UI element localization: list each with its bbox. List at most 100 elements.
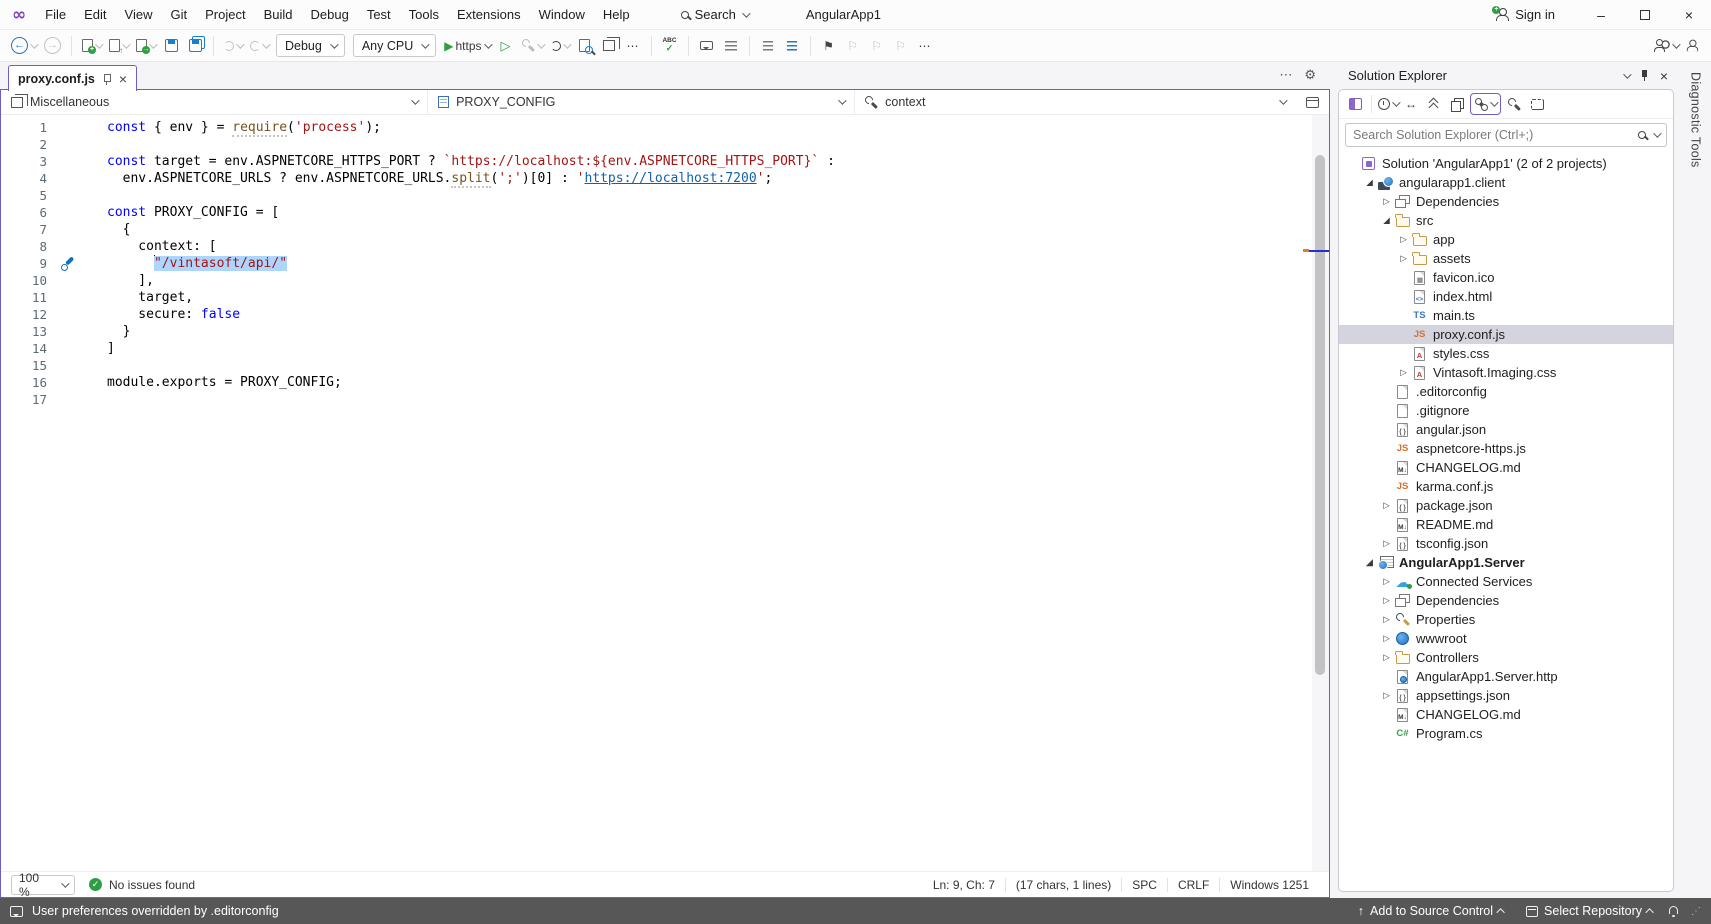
whitespace-mode[interactable]: SPC [1121, 878, 1167, 892]
toggle-bookmark-button[interactable]: ⚑ [818, 34, 840, 58]
undo-button[interactable] [221, 34, 245, 58]
next-bookmark-button[interactable]: ⚐ [866, 34, 888, 58]
collapsed-chevron-icon[interactable]: ▷ [1396, 234, 1411, 245]
tree-item-solution-angularapp1-2-of-2-projects[interactable]: Solution 'AngularApp1' (2 of 2 projects) [1339, 154, 1673, 173]
tree-item-index-html[interactable]: <>index.html [1339, 287, 1673, 306]
caret-position[interactable]: Ln: 9, Ch: 7 [923, 878, 1005, 892]
menu-extensions[interactable]: Extensions [448, 4, 530, 26]
collapsed-chevron-icon[interactable]: ▷ [1379, 614, 1394, 625]
close-button[interactable]: × [1667, 0, 1711, 29]
tree-item-src[interactable]: ◢src [1339, 211, 1673, 230]
editor-vertical-scrollbar[interactable] [1312, 115, 1329, 871]
preview-selected-items-button[interactable] [1527, 93, 1547, 115]
menu-git[interactable]: Git [161, 4, 196, 26]
tree-item-tsconfig-json[interactable]: ▷{ }tsconfig.json [1339, 534, 1673, 553]
collapsed-chevron-icon[interactable]: ▷ [1396, 253, 1411, 264]
tree-item-appsettings-json[interactable]: ▷{ }appsettings.json [1339, 686, 1673, 705]
code-line-10[interactable]: 10 ], [1, 272, 1312, 289]
platform-dropdown[interactable]: Any CPU [353, 34, 436, 57]
increase-indent-button[interactable] [781, 34, 803, 58]
send-feedback-button[interactable] [1681, 34, 1703, 58]
code-line-14[interactable]: 14] [1, 340, 1312, 357]
code-line-5[interactable]: 5 [1, 187, 1312, 204]
live-preview-button[interactable] [598, 34, 620, 58]
toggle-comment-button[interactable] [696, 34, 718, 58]
menu-edit[interactable]: Edit [75, 4, 115, 26]
clear-bookmarks-button[interactable]: ⚐ [890, 34, 912, 58]
menu-window[interactable]: Window [530, 4, 594, 26]
tree-item-assets[interactable]: ▷assets [1339, 249, 1673, 268]
notification-bubble-icon[interactable] [10, 906, 23, 917]
code-line-1[interactable]: 1const { env } = require('process'); [1, 119, 1312, 136]
tree-item-proxy-conf-js[interactable]: JSproxy.conf.js [1339, 325, 1673, 344]
encoding-mode[interactable]: Windows 1251 [1219, 878, 1319, 892]
tree-item-main-ts[interactable]: TSmain.ts [1339, 306, 1673, 325]
code-line-16[interactable]: 16module.exports = PROXY_CONFIG; [1, 374, 1312, 391]
redo-button[interactable] [247, 34, 271, 58]
menu-tools[interactable]: Tools [400, 4, 448, 26]
start-debugging-button[interactable]: ▶https [441, 34, 492, 58]
tree-item-properties[interactable]: ▷Properties [1339, 610, 1673, 629]
collapsed-chevron-icon[interactable]: ▷ [1379, 690, 1394, 701]
spell-check-button[interactable]: ABC✓ [659, 34, 681, 58]
code-line-9[interactable]: 9 "/vintasoft/api/" [1, 255, 1312, 272]
collapsed-chevron-icon[interactable]: ▷ [1379, 576, 1394, 587]
panel-pin-icon[interactable] [1639, 70, 1650, 81]
save-button[interactable] [160, 34, 182, 58]
pin-tab-icon[interactable] [102, 73, 112, 85]
notifications-bell-icon[interactable] [1669, 906, 1678, 914]
line-ending-mode[interactable]: CRLF [1167, 878, 1219, 892]
code-line-11[interactable]: 11 target, [1, 289, 1312, 306]
code-line-12[interactable]: 12 secure: false [1, 306, 1312, 323]
issues-indicator[interactable]: ✓ No issues found [89, 878, 195, 892]
tree-item-angular-json[interactable]: { }angular.json [1339, 420, 1673, 439]
panel-menu-chevron-icon[interactable] [1623, 70, 1631, 78]
expanded-chevron-icon[interactable]: ◢ [1362, 177, 1377, 188]
add-item-button[interactable]: → [133, 34, 158, 58]
menu-help[interactable]: Help [594, 4, 639, 26]
tree-item-angularapp1-server[interactable]: ◢AngularApp1.Server [1339, 553, 1673, 572]
solution-explorer-search[interactable] [1345, 123, 1667, 147]
collapsed-chevron-icon[interactable]: ▷ [1379, 500, 1394, 511]
expanded-chevron-icon[interactable]: ◢ [1379, 215, 1394, 226]
properties-button[interactable] [1504, 93, 1524, 115]
tree-item-controllers[interactable]: ▷Controllers [1339, 648, 1673, 667]
tree-item-editorconfig[interactable]: .editorconfig [1339, 382, 1673, 401]
sync-namespaces-button[interactable]: ↔ [1401, 93, 1421, 115]
code-line-7[interactable]: 7 { [1, 221, 1312, 238]
open-file-button[interactable]: ↑ [106, 34, 131, 58]
navigate-back-button[interactable]: ← [8, 34, 39, 58]
attach-to-process-button[interactable] [519, 34, 546, 58]
navigate-forward-button[interactable]: → [41, 34, 64, 58]
quick-actions-screwdriver-icon[interactable] [61, 257, 75, 271]
start-without-debugging-button[interactable]: ▷ [495, 34, 517, 58]
collapsed-chevron-icon[interactable]: ▷ [1379, 538, 1394, 549]
tree-item-karma-conf-js[interactable]: JSkarma.conf.js [1339, 477, 1673, 496]
minimize-button[interactable]: – [1579, 0, 1623, 29]
menu-build[interactable]: Build [255, 4, 302, 26]
select-repository-button[interactable]: Select Repository [1520, 904, 1660, 918]
format-document-button[interactable] [720, 34, 742, 58]
tree-item-changelog-md[interactable]: M↓CHANGELOG.md [1339, 458, 1673, 477]
tree-item-readme-md[interactable]: M↓README.md [1339, 515, 1673, 534]
sign-in-button[interactable]: + Sign in [1495, 7, 1555, 22]
scrollbar-thumb[interactable] [1315, 155, 1325, 675]
code-line-15[interactable]: 15 [1, 357, 1312, 374]
tree-item-connected-services[interactable]: ▷☁Connected Services [1339, 572, 1673, 591]
bookmarks-overflow-button[interactable]: ⋯ [914, 34, 936, 58]
tree-item-styles-css[interactable]: Astyles.css [1339, 344, 1673, 363]
maximize-button[interactable] [1623, 0, 1667, 29]
tree-item-dependencies[interactable]: ▷Dependencies [1339, 192, 1673, 211]
save-all-button[interactable] [184, 34, 206, 58]
pending-changes-filter-button[interactable] [1378, 93, 1398, 115]
menu-debug[interactable]: Debug [302, 4, 358, 26]
collapsed-chevron-icon[interactable]: ▷ [1379, 633, 1394, 644]
code-line-13[interactable]: 13 } [1, 323, 1312, 340]
menu-project[interactable]: Project [196, 4, 254, 26]
close-tab-icon[interactable]: × [119, 71, 127, 87]
tab-proxy-conf-js[interactable]: proxy.conf.js × [8, 65, 137, 91]
sync-with-active-document-button[interactable] [1470, 93, 1501, 115]
live-share-button[interactable] [1651, 34, 1681, 58]
code-line-6[interactable]: 6const PROXY_CONFIG = [ [1, 204, 1312, 221]
member-dropdown[interactable]: context [855, 90, 1295, 114]
